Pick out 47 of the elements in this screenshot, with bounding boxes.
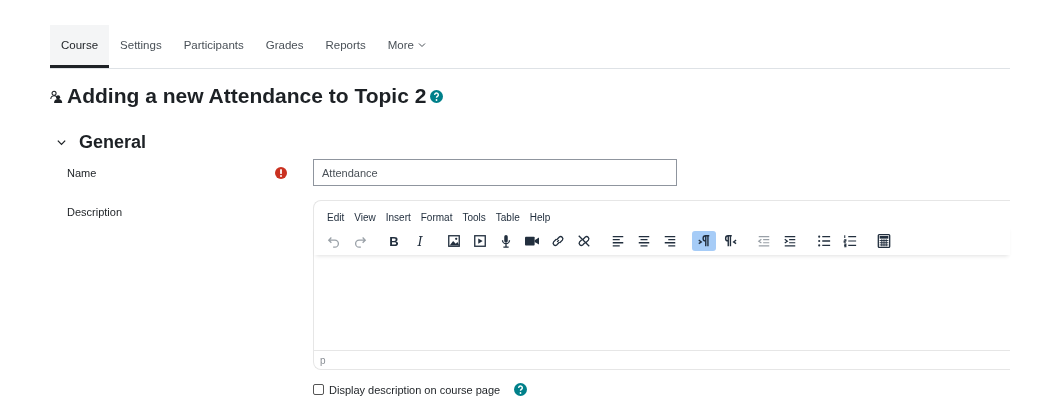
ltr-button[interactable] <box>692 231 716 251</box>
nav-tab[interactable]: Settings <box>109 25 173 68</box>
nav-tab[interactable]: Participants <box>172 25 255 68</box>
menu-item[interactable]: Help <box>524 210 556 225</box>
redo-icon <box>353 234 367 248</box>
name-input[interactable]: Attendance <box>313 159 677 186</box>
nav-tab[interactable]: More <box>376 25 437 68</box>
checkbox[interactable] <box>313 384 324 395</box>
undo-icon <box>327 234 341 248</box>
menu-item[interactable]: Insert <box>380 210 416 225</box>
checkbox-label[interactable]: Display description on course page <box>329 383 501 396</box>
help-icon[interactable] <box>430 89 444 103</box>
align-left-icon <box>611 234 625 248</box>
attendance-icon <box>50 89 63 103</box>
page-heading: Adding a new Attendance to Topic 2 <box>67 84 427 108</box>
menu-item[interactable]: View <box>349 210 381 225</box>
element-path[interactable]: p <box>320 354 326 366</box>
menu-item[interactable]: Format <box>415 210 458 225</box>
field-label: Description <box>66 205 124 220</box>
calculator-icon <box>877 234 891 248</box>
microphone-icon <box>499 234 513 248</box>
text-editor[interactable]: Edit View Insert Format Tools Table Help B I p <box>313 200 1010 370</box>
image-icon <box>447 234 461 248</box>
align-right-icon <box>663 234 677 248</box>
nav-tab[interactable]: Grades <box>254 25 315 68</box>
numbers-icon <box>843 234 857 248</box>
menu-item[interactable]: Edit <box>322 210 350 225</box>
outdent-icon <box>757 234 771 248</box>
nav-tab[interactable]: Course <box>50 25 110 68</box>
bold-button[interactable]: B <box>382 231 406 251</box>
ltr-icon <box>697 234 711 248</box>
bullets-icon <box>817 234 831 248</box>
section-title: General <box>79 132 147 153</box>
menu-item[interactable]: Table <box>490 210 525 225</box>
media-icon <box>473 234 487 248</box>
link-icon <box>551 234 565 248</box>
help-icon[interactable] <box>514 383 528 396</box>
indent-icon <box>783 234 797 248</box>
menu-item[interactable]: Tools <box>457 210 491 225</box>
nav-tab[interactable]: Reports <box>314 25 377 68</box>
unlink-icon <box>577 234 591 248</box>
chevron-icon[interactable] <box>56 137 67 148</box>
rtl-icon <box>723 234 737 248</box>
italic-button[interactable]: I <box>408 231 432 251</box>
align-center-icon <box>637 234 651 248</box>
camera-icon <box>525 234 539 248</box>
field-label: Name <box>66 165 98 181</box>
